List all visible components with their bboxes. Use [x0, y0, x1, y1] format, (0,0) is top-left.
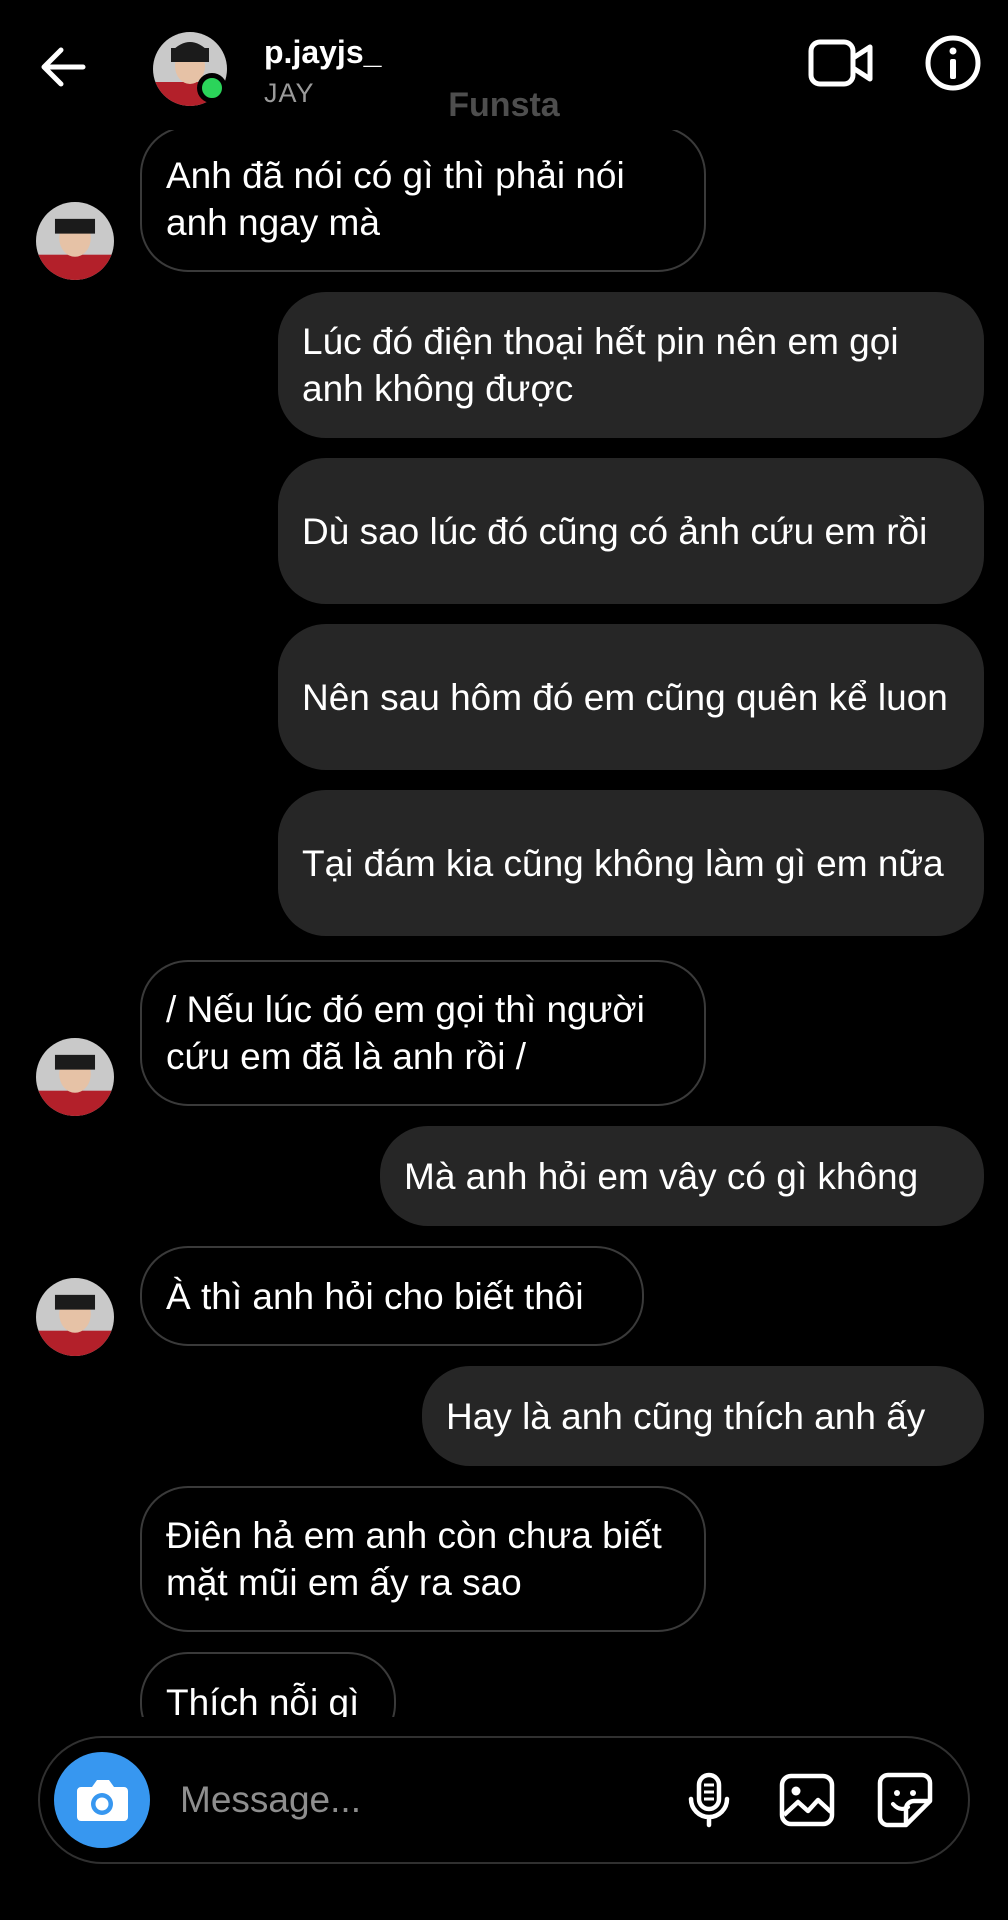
message-received[interactable]: Điên hả em anh còn chưa biết mặt mũi em …	[140, 1486, 706, 1632]
gallery-icon[interactable]	[778, 1771, 836, 1829]
message-received[interactable]: Anh đã nói có gì thì phải nói anh ngay m…	[140, 126, 706, 272]
message-text: Anh đã nói có gì thì phải nói anh ngay m…	[166, 155, 625, 243]
online-status-dot	[197, 73, 227, 103]
chat-header: p.jayjs_ JAY	[0, 0, 1008, 130]
sender-avatar[interactable]	[36, 202, 114, 280]
message-sent[interactable]: Hay là anh cũng thích anh ấy	[422, 1366, 984, 1466]
info-icon[interactable]	[924, 34, 982, 92]
message-text: Nên sau hôm đó em cũng quên kể luon	[302, 676, 948, 718]
message-text: Dù sao lúc đó cũng có ảnh cứu em rồi	[302, 510, 928, 552]
video-call-icon[interactable]	[808, 38, 874, 88]
message-text: / Nếu lúc đó em gọi thì người cứu em đã …	[166, 989, 645, 1077]
message-sent[interactable]: Lúc đó điện thoại hết pin nên em gọi anh…	[278, 292, 984, 438]
message-thread[interactable]: Anh đã nói có gì thì phải nói anh ngay m…	[0, 120, 1008, 1717]
message-text: Điên hả em anh còn chưa biết mặt mũi em …	[166, 1515, 662, 1603]
message-received[interactable]: Thích nỗi gì	[140, 1652, 396, 1717]
arrow-left-icon[interactable]	[36, 40, 90, 94]
camera-button[interactable]	[54, 1752, 150, 1848]
message-input[interactable]	[178, 1766, 612, 1834]
sender-avatar[interactable]	[36, 1038, 114, 1116]
message-text: À thì anh hỏi cho biết thôi	[166, 1275, 584, 1317]
message-text: Lúc đó điện thoại hết pin nên em gọi anh…	[302, 321, 899, 409]
message-sent[interactable]: Mà anh hỏi em vây có gì không	[380, 1126, 984, 1226]
message-sent[interactable]: Tại đám kia cũng không làm gì em nữa	[278, 790, 984, 936]
message-received[interactable]: / Nếu lúc đó em gọi thì người cứu em đã …	[140, 960, 706, 1106]
message-sent[interactable]: Dù sao lúc đó cũng có ảnh cứu em rồi	[278, 458, 984, 604]
message-sent[interactable]: Nên sau hôm đó em cũng quên kể luon	[278, 624, 984, 770]
message-text: Mà anh hỏi em vây có gì không	[404, 1155, 919, 1197]
message-text: Thích nỗi gì	[166, 1681, 360, 1718]
message-text: Hay là anh cũng thích anh ấy	[446, 1395, 926, 1437]
message-received[interactable]: À thì anh hỏi cho biết thôi	[140, 1246, 644, 1346]
microphone-icon[interactable]	[680, 1771, 738, 1829]
chat-display-name: JAY	[264, 78, 315, 108]
camera-icon	[77, 1780, 128, 1821]
sticker-icon[interactable]	[876, 1771, 934, 1829]
sender-avatar[interactable]	[36, 1278, 114, 1356]
chat-username[interactable]: p.jayjs_	[264, 34, 381, 71]
message-composer	[38, 1736, 970, 1864]
message-text: Tại đám kia cũng không làm gì em nữa	[302, 842, 944, 884]
